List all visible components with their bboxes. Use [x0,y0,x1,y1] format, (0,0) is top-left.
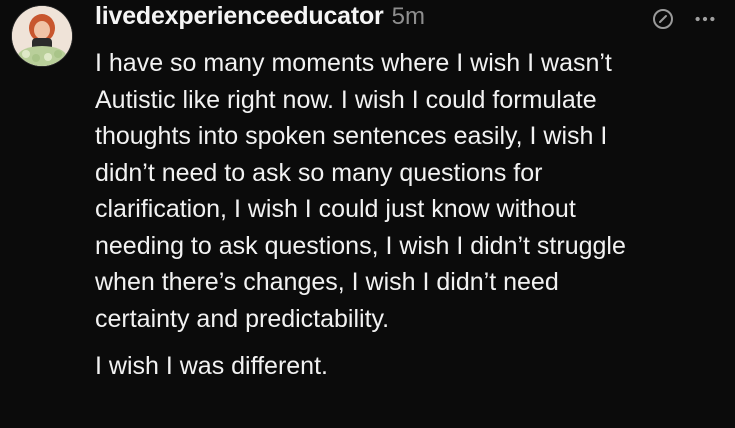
post-paragraph-1: I have so many moments where I wish I wa… [95,49,626,333]
avatar[interactable] [12,6,72,66]
more-dots-icon[interactable] [693,7,717,31]
username[interactable]: livedexperienceeducator [95,2,384,31]
post-header: livedexperienceeducator 5m [95,2,425,42]
post-paragraph-2: I wish I was different. [95,352,328,380]
post-actions [651,7,717,31]
timestamp: 5m [391,3,425,30]
avatar-image [12,6,72,66]
post-body: I have so many moments where I wish I wa… [95,45,725,385]
pencil-circle-icon[interactable] [651,7,675,31]
thread-post: livedexperienceeducator 5m I have so man… [0,0,735,428]
